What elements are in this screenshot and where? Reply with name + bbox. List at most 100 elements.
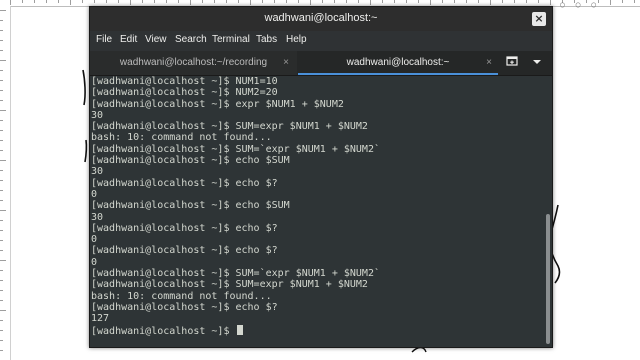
ruler-tick (0, 260, 6, 261)
ruler-tick (0, 350, 3, 351)
ruler-tick (94, 0, 95, 3)
terminal-window: wadhwani@localhost:~ × File Edit View Se… (89, 6, 553, 348)
ruler-tick (190, 0, 191, 5)
ruler-tick (226, 0, 227, 3)
terminal-line: bash: 10: command not found... (91, 290, 272, 302)
scribble-left-2 (84, 139, 88, 163)
menu-view[interactable]: View (145, 34, 167, 45)
menu-edit[interactable]: Edit (120, 34, 137, 45)
ruler-tick (0, 80, 3, 81)
menu-file[interactable]: File (96, 34, 112, 45)
terminal-line: 0 (91, 188, 98, 200)
ruler-tick (286, 0, 287, 3)
ruler-tick (70, 0, 71, 5)
ruler-tick (526, 0, 527, 3)
terminal-line: [wadhwani@localhost ~]$ NUM1=10 (91, 76, 278, 87)
terminal-line: [wadhwani@localhost ~]$ SUM=expr $NUM1 +… (91, 121, 368, 133)
menu-terminal[interactable]: Terminal (212, 34, 250, 45)
ruler-tick (0, 170, 3, 171)
ruler-tick (610, 0, 611, 5)
ruler-tick (550, 0, 551, 5)
ruler-tick (466, 0, 467, 3)
tab-label: wadhwani@localhost:~ (346, 57, 450, 68)
ruler-tick (46, 0, 47, 3)
ruler-tick (0, 330, 3, 331)
scrollbar-thumb[interactable] (546, 214, 550, 344)
ruler-tick (0, 340, 3, 341)
terminal-line: [wadhwani@localhost ~]$ echo $? (91, 222, 278, 234)
ruler-tick (0, 270, 3, 271)
ruler-tick (346, 0, 347, 3)
title-bar[interactable]: wadhwani@localhost:~ × (90, 7, 552, 32)
terminal-line: 0 (91, 256, 98, 268)
terminal-line: 30 (91, 166, 104, 178)
ruler-tick (418, 0, 419, 3)
new-tab-icon (506, 56, 518, 66)
terminal-line: [wadhwani@localhost ~]$ echo $? (91, 245, 278, 257)
ruler-tick (622, 0, 623, 3)
tab-home[interactable]: wadhwani@localhost:~ × (298, 51, 498, 75)
terminal-output[interactable]: [wadhwani@localhost ~]$ NUM1=10 [wadhwan… (90, 76, 544, 347)
scribble-left-1 (82, 69, 86, 106)
ruler-tick (502, 0, 503, 3)
ruler-tick (166, 0, 167, 3)
ruler-tick (298, 0, 299, 3)
ruler-tick (0, 50, 3, 51)
ruler-tick (0, 230, 3, 231)
terminal-text: [wadhwani@localhost ~]$ NUM1=10 [wadhwan… (90, 76, 544, 337)
ruler-tick (10, 0, 11, 5)
ruler-tick (34, 0, 35, 3)
new-tab-button[interactable] (502, 54, 522, 72)
ruler-tick (490, 0, 491, 5)
ruler-tick (0, 280, 3, 281)
ruler-tick (0, 310, 6, 311)
menu-help[interactable]: Help (286, 34, 307, 45)
ruler-tick (322, 0, 323, 3)
ruler-tick (0, 130, 3, 131)
ruler-tick (0, 90, 3, 91)
terminal-line: [wadhwani@localhost ~]$ NUM2=20 (91, 87, 278, 99)
menu-search[interactable]: Search (175, 34, 207, 45)
ruler-tick (106, 0, 107, 3)
terminal-line: [wadhwani@localhost ~]$ echo $? (91, 301, 278, 313)
ruler-tick (478, 0, 479, 3)
menu-bar: File Edit View Search Terminal Tabs Help (90, 31, 552, 51)
ruler-tick (514, 0, 515, 3)
ruler-tick (262, 0, 263, 3)
menu-tabs[interactable]: Tabs (256, 34, 277, 45)
window-title: wadhwani@localhost:~ (264, 12, 378, 24)
tab-close-icon[interactable]: × (283, 51, 289, 75)
tab-recording[interactable]: wadhwani@localhost:~/recording × (90, 51, 297, 75)
ruler-tick (0, 110, 6, 111)
terminal-line: [wadhwani@localhost ~]$ SUM=`expr $NUM1 … (91, 268, 380, 280)
terminal-line: 0 (91, 234, 98, 246)
ruler-tick (0, 320, 3, 321)
ruler-tick (0, 60, 6, 61)
ruler-tick (22, 0, 23, 3)
tab-label: wadhwani@localhost:~/recording (119, 57, 268, 68)
ruler-tick (0, 190, 3, 191)
terminal-line: 30 (91, 211, 104, 223)
ruler-tick (0, 290, 3, 291)
scrollbar[interactable] (544, 76, 552, 347)
ruler-tick (538, 0, 539, 3)
ruler-tick (0, 10, 6, 11)
terminal-line: [wadhwani@localhost ~]$ SUM=expr $NUM1 +… (91, 279, 368, 291)
ruler-tick (310, 0, 311, 5)
ruler-tick (0, 240, 3, 241)
tabs-menu-button[interactable] (528, 54, 546, 72)
ruler-tick (454, 0, 455, 3)
ruler-tick (0, 150, 3, 151)
ruler-tick (0, 210, 6, 211)
tab-bar: wadhwani@localhost:~/recording × wadhwan… (90, 51, 552, 76)
close-button[interactable]: × (532, 12, 546, 26)
ruler-tick (0, 140, 3, 141)
ruler-tick (0, 20, 3, 21)
terminal-line: [wadhwani@localhost ~]$ echo $? (91, 177, 278, 189)
tab-close-icon[interactable]: × (486, 51, 492, 75)
terminal-line: [wadhwani@localhost ~]$ expr $NUM1 + $NU… (91, 98, 344, 110)
terminal-line: 30 (91, 109, 104, 121)
ruler-tick (274, 0, 275, 3)
ruler-tick (0, 200, 3, 201)
ruler-tick (238, 0, 239, 3)
